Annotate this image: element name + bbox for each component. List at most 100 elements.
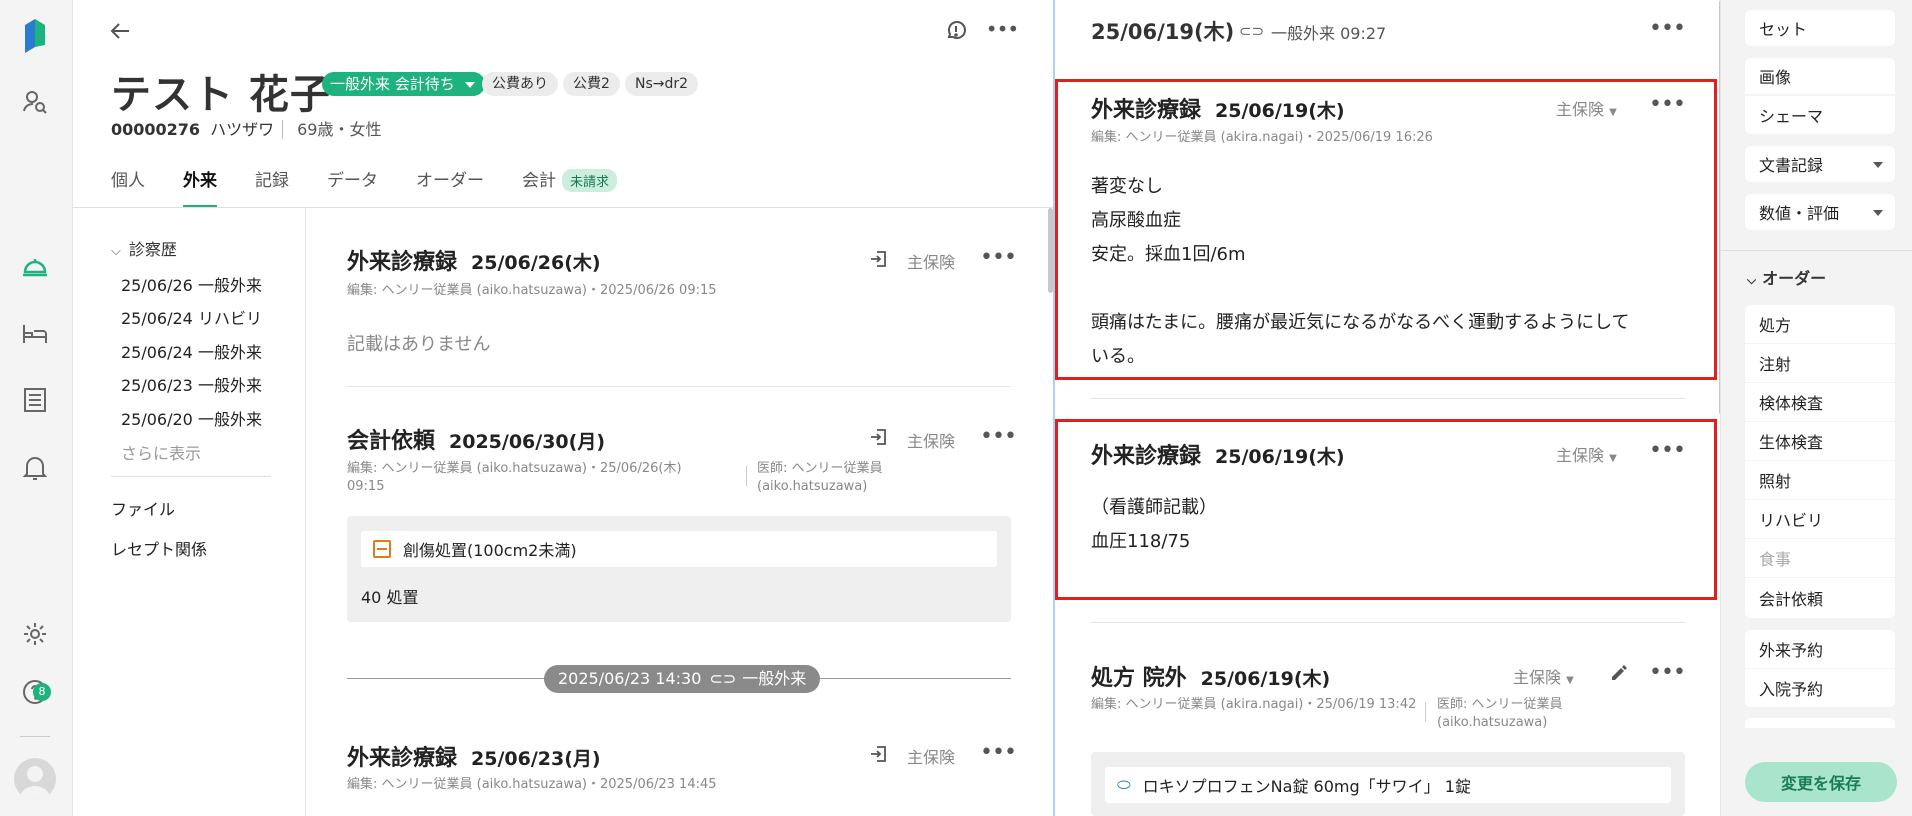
insurance-label[interactable]: 主保険 bbox=[907, 428, 955, 452]
image-button[interactable]: 画像 bbox=[1745, 58, 1895, 94]
encounter-type: 一般外来 bbox=[742, 669, 807, 688]
edit-pencil-icon[interactable] bbox=[1602, 656, 1636, 690]
record-more-icon[interactable]: ••• bbox=[1649, 438, 1686, 463]
side-divider bbox=[1721, 250, 1912, 251]
avatar[interactable] bbox=[14, 758, 56, 800]
tab-bar: 個人 外来 記録 データ オーダー 会計 未請求 bbox=[111, 166, 655, 208]
visit-item[interactable]: 25/06/24 一般外来 bbox=[121, 339, 262, 363]
more-menu-icon[interactable]: ••• bbox=[985, 12, 1019, 46]
encounter-more-icon[interactable]: ••• bbox=[1649, 16, 1686, 41]
record-meta: 編集: ヘンリー従業員 (akira.nagai)・2025/06/19 16:… bbox=[1091, 130, 1433, 145]
tab-personal[interactable]: 個人 bbox=[111, 166, 145, 208]
billing-item-row[interactable]: 創傷処置(100cm2未満) bbox=[361, 531, 997, 567]
empty-record-text: 記載はありません bbox=[347, 334, 491, 355]
alert-icon[interactable] bbox=[939, 14, 973, 48]
record-divider bbox=[1091, 398, 1685, 399]
value-evaluation-dropdown[interactable]: 数値・評価 bbox=[1745, 194, 1895, 230]
henry-logo[interactable] bbox=[19, 19, 51, 53]
prescription-row[interactable]: ⬭ ロキソプロフェンNa錠 60mg「サワイ」 1錠 bbox=[1105, 767, 1671, 803]
order-injection-button[interactable]: 注射 bbox=[1745, 344, 1895, 382]
document-record-dropdown[interactable]: 文書記録 bbox=[1745, 146, 1895, 182]
insurance-label[interactable]: 主保険 bbox=[907, 744, 955, 768]
order-radiation-button[interactable]: 照射 bbox=[1745, 461, 1895, 499]
record-divider bbox=[1091, 622, 1685, 623]
patient-id: 00000276 bbox=[111, 120, 201, 139]
visit-history: ⌵ 診察歴 25/06/26 一般外来 25/06/24 リハビリ 25/06/2… bbox=[73, 208, 306, 816]
record-date: 2025/06/30(月) bbox=[449, 431, 606, 453]
record-date: 25/06/19(木) bbox=[1215, 446, 1345, 468]
bed-icon[interactable] bbox=[19, 318, 51, 350]
files-link[interactable]: ファイル bbox=[111, 496, 175, 520]
order-meal-button: 食事 bbox=[1745, 539, 1895, 577]
help-icon[interactable]: 8 bbox=[19, 676, 51, 708]
record-more-icon[interactable]: ••• bbox=[1649, 660, 1686, 685]
drug-name: ロキソプロフェンNa錠 60mg「サワイ」 1錠 bbox=[1142, 777, 1471, 796]
record-more-icon[interactable]: ••• bbox=[980, 740, 1017, 765]
insurance-label: 主保険 bbox=[1513, 668, 1562, 687]
schema-button[interactable]: シェーマ bbox=[1745, 96, 1895, 134]
patient-search-icon[interactable] bbox=[19, 86, 51, 118]
record-more-icon[interactable]: ••• bbox=[1649, 92, 1686, 117]
record-body[interactable]: 著変なし 高尿酸血症 安定。採血1回/6m 頭痛はたまに。腰痛が最近気になるがな… bbox=[1091, 170, 1671, 374]
sign-in-icon[interactable] bbox=[861, 420, 895, 454]
record-body[interactable]: （看護師記載） 血圧118/75 bbox=[1091, 491, 1671, 559]
order-prescription-button[interactable]: 処方 bbox=[1745, 305, 1895, 343]
tab-data[interactable]: データ bbox=[327, 166, 378, 208]
record-type: 外来診療録 bbox=[1091, 98, 1202, 123]
record-line bbox=[1091, 272, 1671, 306]
list-icon[interactable] bbox=[19, 384, 51, 416]
help-badge: 8 bbox=[33, 683, 51, 701]
visit-history-header[interactable]: ⌵ 診察歴 bbox=[111, 236, 177, 260]
order-rehab-button[interactable]: リハビリ bbox=[1745, 500, 1895, 538]
order-section-title: オーダー bbox=[1762, 269, 1827, 288]
record-more-icon[interactable]: ••• bbox=[980, 424, 1017, 449]
outpatient-reservation-button[interactable]: 外来予約 bbox=[1745, 630, 1895, 668]
order-physiological-test-button[interactable]: 生体検査 bbox=[1745, 422, 1895, 460]
tab-outpatient[interactable]: 外来 bbox=[183, 166, 217, 208]
receipt-link[interactable]: レセプト関係 bbox=[111, 536, 207, 560]
record-more-icon[interactable]: ••• bbox=[980, 245, 1017, 270]
insurance-dropdown[interactable]: 主保険 ▼ bbox=[1556, 96, 1617, 120]
visit-item[interactable]: 25/06/20 一般外来 bbox=[121, 406, 262, 430]
settings-gear-icon[interactable] bbox=[19, 618, 51, 650]
insurance-dropdown[interactable]: 主保険 ▼ bbox=[1556, 442, 1617, 466]
record-type: 会計依頼 bbox=[347, 429, 436, 454]
notification-bell-icon[interactable] bbox=[19, 452, 51, 484]
tab-records[interactable]: 記録 bbox=[255, 166, 289, 208]
tab-billing[interactable]: 会計 未請求 bbox=[522, 166, 618, 208]
record-type: 処方 院外 bbox=[1091, 666, 1187, 691]
order-section-header[interactable]: ⌵ オーダー bbox=[1747, 265, 1826, 289]
visit-item[interactable]: 25/06/26 一般外来 bbox=[121, 272, 262, 296]
tab-orders[interactable]: オーダー bbox=[416, 166, 484, 208]
chevron-down-icon: ⌵ bbox=[111, 244, 121, 259]
record-line: 頭痛はたまに。腰痛が最近気になるがなるべく運動するようにして bbox=[1091, 312, 1630, 333]
set-button[interactable]: セット bbox=[1745, 10, 1895, 46]
record-meta-doctor: 医師: ヘンリー従業員 (aiko.hatsuzawa) bbox=[1437, 697, 1563, 730]
sign-in-icon[interactable] bbox=[861, 737, 895, 771]
show-more-link[interactable]: さらに表示 bbox=[121, 440, 201, 464]
status-badge[interactable]: 一般外来 会計待ち bbox=[322, 72, 485, 96]
order-specimen-test-button[interactable]: 検体検査 bbox=[1745, 383, 1895, 421]
sign-in-icon[interactable] bbox=[861, 242, 895, 276]
encounter-date: 25/06/19(木) bbox=[1091, 20, 1235, 44]
visit-item[interactable]: 25/06/23 一般外来 bbox=[121, 372, 262, 396]
outpatient-bell-icon[interactable] bbox=[19, 250, 51, 282]
encounter-date-pill[interactable]: 2025/06/23 14:30 ⊂⊃ 一般外来 bbox=[544, 665, 821, 693]
save-changes-button[interactable]: 変更を保存 bbox=[1745, 762, 1897, 802]
partial-button bbox=[1745, 718, 1895, 728]
insurance-dropdown[interactable]: 主保険 ▼ bbox=[1513, 664, 1574, 688]
record-meta: 編集: ヘンリー従業員 (aiko.hatsuzawa)・2025/06/26 … bbox=[347, 283, 717, 298]
admission-reservation-button[interactable]: 入院予約 bbox=[1745, 669, 1895, 707]
back-arrow-icon[interactable] bbox=[103, 14, 137, 48]
record-meta-editor: 編集: ヘンリー従業員 (aiko.hatsuzawa)・25/06/26(木)… bbox=[347, 461, 682, 494]
visit-item[interactable]: 25/06/24 リハビリ bbox=[121, 305, 262, 329]
tag-public-funding: 公費あり bbox=[482, 72, 558, 96]
record-title: 会計依頼 2025/06/30(月) bbox=[347, 423, 605, 455]
record-date: 25/06/19(木) bbox=[1200, 668, 1331, 690]
billing-item-points: 40 処置 bbox=[361, 588, 419, 607]
order-billing-request-button[interactable]: 会計依頼 bbox=[1745, 578, 1895, 618]
billing-status-badge: 未請求 bbox=[562, 169, 618, 192]
insurance-label[interactable]: 主保険 bbox=[907, 249, 955, 273]
patient-age-sex: 69歳・女性 bbox=[282, 120, 382, 139]
value-evaluation-label: 数値・評価 bbox=[1759, 204, 1840, 223]
